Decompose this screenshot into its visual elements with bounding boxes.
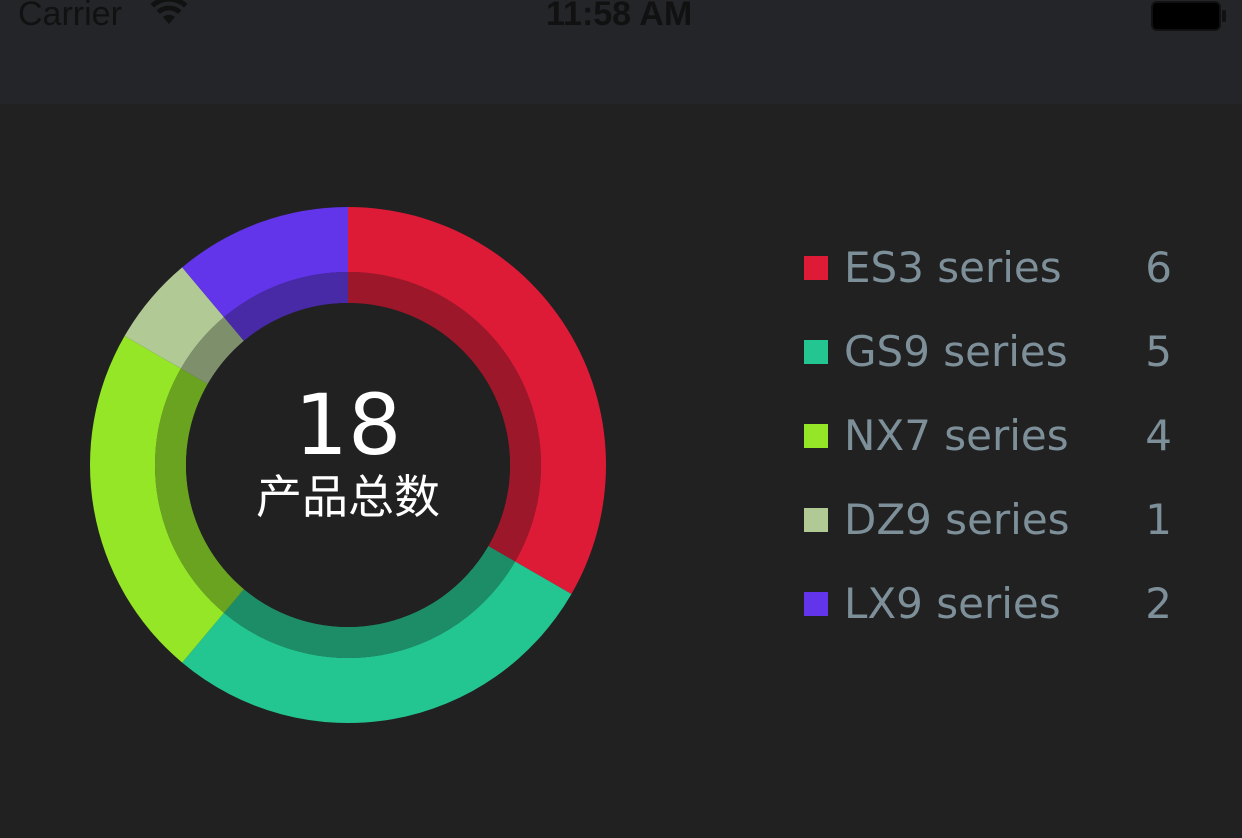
legend-value: 2 xyxy=(1145,579,1172,628)
chart-panel: 18 产品总数 ES3 series 6 GS9 series 5 NX7 se… xyxy=(0,104,1242,838)
legend-swatch xyxy=(804,340,828,364)
legend-label: DZ9 series xyxy=(844,495,1070,544)
status-time: 11:58 AM xyxy=(546,0,693,33)
legend-item: LX9 series 2 xyxy=(804,576,1184,632)
legend-value: 1 xyxy=(1145,495,1172,544)
legend-item: DZ9 series 1 xyxy=(804,492,1184,548)
legend-label: GS9 series xyxy=(844,327,1068,376)
navigation-bar: Carrier 11:58 AM xyxy=(0,0,1242,104)
legend-value: 4 xyxy=(1145,411,1172,460)
app-screen: Carrier 11:58 AM 18 产品总数 ES3 series 6 GS… xyxy=(0,0,1242,838)
battery-icon xyxy=(1151,1,1226,31)
legend-item: ES3 series 6 xyxy=(804,240,1184,296)
legend-swatch xyxy=(804,592,828,616)
legend-item: NX7 series 4 xyxy=(804,408,1184,464)
status-bar: Carrier 11:58 AM xyxy=(0,0,1242,36)
legend-swatch xyxy=(804,508,828,532)
legend-value: 5 xyxy=(1145,327,1172,376)
total-caption: 产品总数 xyxy=(256,471,440,523)
wifi-icon xyxy=(150,0,188,24)
total-count: 18 xyxy=(294,376,402,474)
legend-label: ES3 series xyxy=(844,243,1062,292)
legend-label: NX7 series xyxy=(844,411,1069,460)
legend-value: 6 xyxy=(1145,243,1172,292)
legend-swatch xyxy=(804,424,828,448)
carrier-label: Carrier xyxy=(18,0,122,33)
legend-label: LX9 series xyxy=(844,579,1061,628)
legend-item: GS9 series 5 xyxy=(804,324,1184,380)
legend-swatch xyxy=(804,256,828,280)
